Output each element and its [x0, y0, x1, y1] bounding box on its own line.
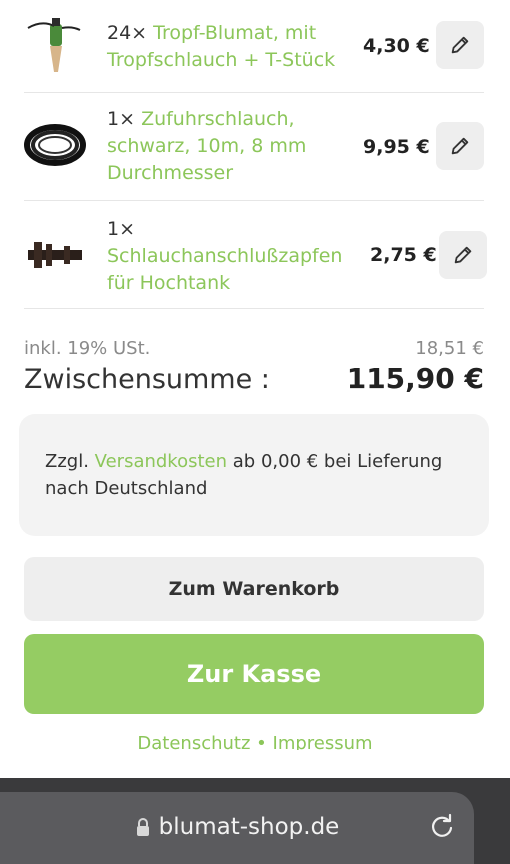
browser-toolbar: blumat-shop.de [0, 778, 510, 864]
hose-coil-image [24, 124, 86, 166]
edit-item-button[interactable] [439, 231, 487, 279]
reload-icon[interactable] [428, 812, 456, 840]
footer-links: Datenschutz • Impressum [0, 733, 510, 750]
item-qty: 24× [107, 22, 148, 44]
address-bar[interactable]: blumat-shop.de [0, 792, 474, 864]
item-name-link[interactable]: Zufuhrschlauch, schwarz, 10m, 8 mm Durchme… [107, 108, 306, 184]
item-description: 1× Schlauchanschlußzapfen für Hochtank [107, 216, 342, 297]
item-description: 24× Tropf-Blumat, mit Tropfschlauch + T-S… [107, 20, 335, 74]
hose-connector-image [28, 242, 82, 268]
cart-item: 1× Schlauchanschlußzapfen für Hochtank 2,… [24, 210, 488, 306]
lock-icon [136, 818, 149, 836]
shipping-costs-link[interactable]: Versandkosten [95, 451, 227, 472]
shipping-info-text: Zzgl. Versandkosten ab 0,00 € bei Liefer… [45, 451, 443, 499]
privacy-link[interactable]: Datenschutz [137, 733, 250, 750]
pencil-icon [451, 137, 469, 155]
footer-separator: • [256, 733, 267, 750]
divider [24, 92, 484, 93]
imprint-link[interactable]: Impressum [273, 733, 373, 750]
subtotal-amount: 115,90 € [346, 362, 484, 395]
item-name-link[interactable]: Schlauchanschlußzapfen für Hochtank [107, 245, 342, 294]
pencil-icon [451, 36, 469, 54]
edit-item-button[interactable] [436, 122, 484, 170]
vat-amount: 18,51 € [415, 338, 484, 359]
vat-label: inkl. 19% USt. [24, 338, 151, 359]
item-price: 4,30 € [363, 35, 430, 57]
divider [24, 308, 484, 309]
edit-item-button[interactable] [436, 21, 484, 69]
item-price: 2,75 € [370, 244, 437, 266]
url-text: blumat-shop.de [158, 814, 340, 840]
item-qty: 1× [107, 218, 136, 240]
item-qty: 1× [107, 108, 136, 130]
item-price: 9,95 € [363, 136, 430, 158]
view-cart-button[interactable]: Zum Warenkorb [24, 557, 484, 621]
divider [24, 200, 484, 201]
cart-item: 24× Tropf-Blumat, mit Tropfschlauch + T-S… [24, 8, 488, 88]
item-description: 1× Zufuhrschlauch, schwarz, 10m, 8 mm Durc… [107, 106, 306, 187]
checkout-button[interactable]: Zur Kasse [24, 634, 484, 714]
drip-blumat-image [27, 18, 81, 72]
pencil-icon [454, 246, 472, 264]
shipping-info-box: Zzgl. Versandkosten ab 0,00 € bei Liefer… [19, 414, 489, 536]
cart-item: 1× Zufuhrschlauch, schwarz, 10m, 8 mm Durc… [24, 100, 488, 200]
subtotal-label: Zwischensumme : [24, 364, 270, 395]
